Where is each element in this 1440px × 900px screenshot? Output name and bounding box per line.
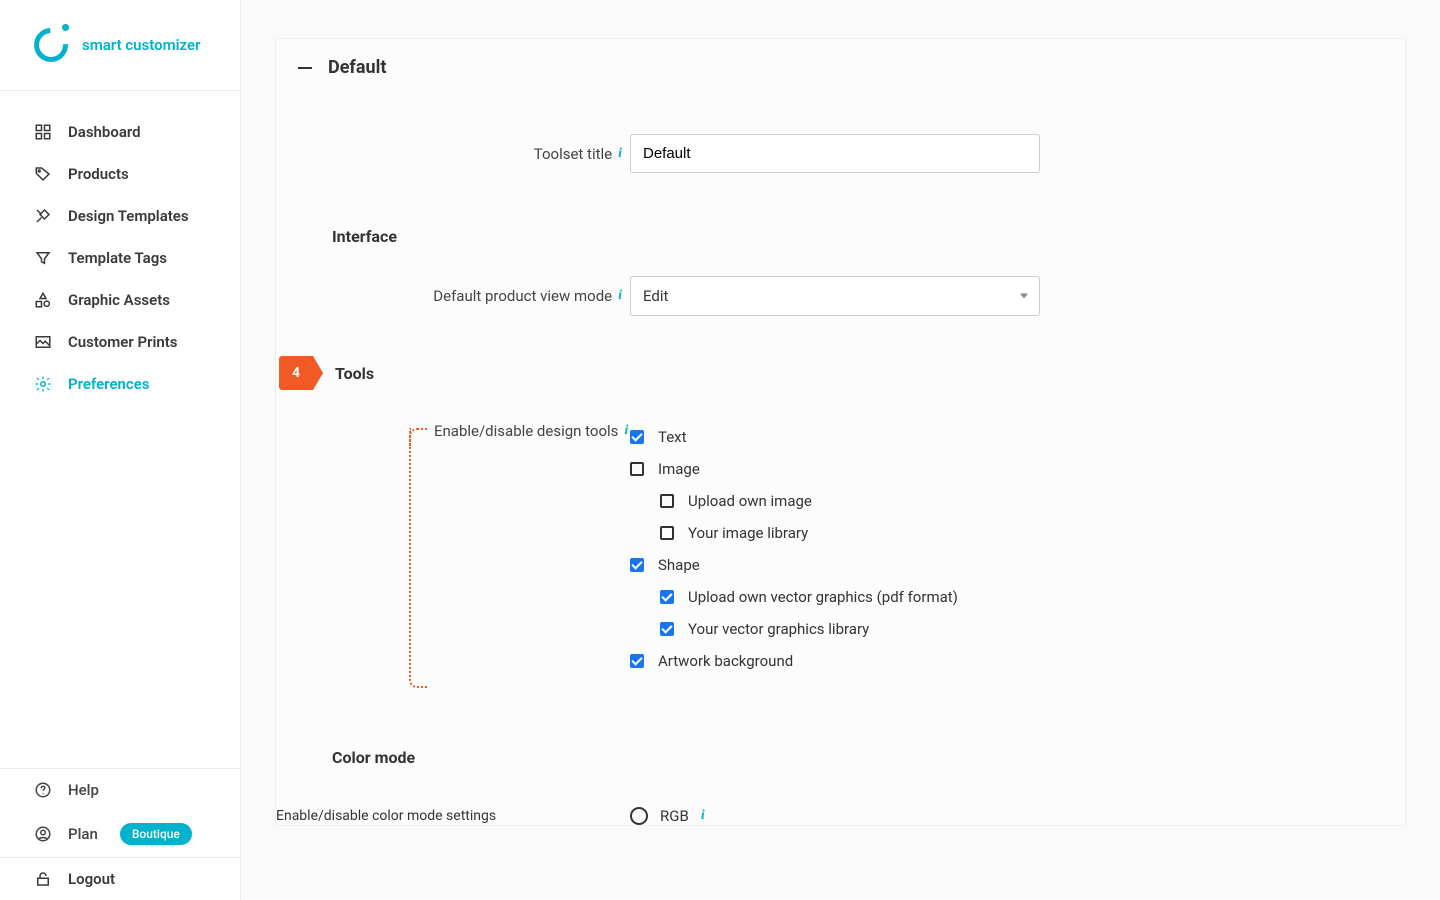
image-icon	[34, 333, 52, 351]
sidebar-item-preferences[interactable]: Preferences	[0, 363, 240, 405]
nav-label: Plan	[68, 825, 98, 843]
color-mode-label: Enable/disable color mode settings	[276, 808, 630, 824]
checkbox-label: Your image library	[688, 524, 808, 542]
checkbox-label: Image	[658, 460, 700, 478]
lock-open-icon	[34, 870, 52, 888]
brand-logo-icon	[34, 28, 68, 62]
tools-icon	[34, 207, 52, 225]
sidebar-item-customer-prints[interactable]: Customer Prints	[0, 321, 240, 363]
nav-label: Customer Prints	[68, 333, 178, 351]
nav-label: Products	[68, 165, 129, 183]
sidebar-bottom-2: Logout	[0, 857, 240, 900]
brand: smart customizer	[0, 0, 240, 90]
plan-badge: Boutique	[120, 823, 192, 845]
nav-label: Logout	[68, 870, 115, 888]
funnel-icon	[34, 249, 52, 267]
card-header: Default	[276, 39, 1405, 96]
main-nav: Dashboard Products Design Templates Temp…	[0, 90, 240, 768]
checkbox-image[interactable]	[630, 462, 644, 476]
help-icon	[34, 781, 52, 799]
brand-name: smart customizer	[82, 36, 200, 54]
design-tools-list: Text Image Upload own image Your im	[630, 428, 1130, 670]
checkbox-label: Upload own image	[688, 492, 812, 510]
info-icon[interactable]: i	[618, 288, 622, 304]
checkbox-shape[interactable]	[630, 558, 644, 572]
toolset-title-label: Toolset title i	[276, 145, 630, 163]
sidebar-item-help[interactable]: Help	[0, 769, 240, 811]
sidebar: smart customizer Dashboard Products Desi…	[0, 0, 241, 900]
checkbox-text[interactable]	[630, 430, 644, 444]
shapes-icon	[34, 291, 52, 309]
checkbox-image-library[interactable]	[660, 526, 674, 540]
nav-label: Graphic Assets	[68, 291, 170, 309]
nav-label: Dashboard	[68, 123, 141, 141]
card-title: Default	[328, 57, 386, 78]
checkbox-upload-own-image[interactable]	[660, 494, 674, 508]
gear-icon	[34, 375, 52, 393]
user-circle-icon	[34, 825, 52, 843]
design-tools-label: Enable/disable design tools i	[434, 422, 628, 440]
sidebar-item-dashboard[interactable]: Dashboard	[0, 111, 240, 153]
sidebar-item-logout[interactable]: Logout	[0, 858, 240, 900]
nav-label: Design Templates	[68, 207, 189, 225]
sidebar-item-template-tags[interactable]: Template Tags	[0, 237, 240, 279]
checkbox-label: Your vector graphics library	[688, 620, 869, 638]
product-view-mode-label: Default product view mode i	[276, 287, 630, 305]
sidebar-item-graphic-assets[interactable]: Graphic Assets	[0, 279, 240, 321]
radio-rgb[interactable]	[630, 807, 648, 825]
tools-header: Tools	[331, 364, 374, 383]
toolset-title-input[interactable]	[630, 134, 1040, 173]
callout-badge: 4	[279, 356, 313, 390]
checkbox-upload-vector[interactable]	[660, 590, 674, 604]
info-icon[interactable]: i	[618, 146, 622, 162]
checkbox-label: Upload own vector graphics (pdf format)	[688, 588, 958, 606]
tag-icon	[34, 165, 52, 183]
color-mode-header: Color mode	[276, 688, 1405, 787]
checkbox-label: Shape	[658, 556, 700, 574]
checkbox-artwork-bg[interactable]	[630, 654, 644, 668]
product-view-mode-select[interactable]: Edit	[630, 276, 1040, 316]
content: Default Toolset title i Interface Defaul…	[241, 0, 1440, 900]
radio-label: RGB	[660, 807, 689, 825]
info-icon[interactable]: i	[701, 808, 705, 824]
nav-label: Template Tags	[68, 249, 167, 267]
checkbox-vector-library[interactable]	[660, 622, 674, 636]
sidebar-item-products[interactable]: Products	[0, 153, 240, 195]
sidebar-item-plan[interactable]: Plan Boutique	[0, 811, 240, 857]
collapse-icon[interactable]	[298, 67, 312, 69]
grid-icon	[34, 123, 52, 141]
sidebar-bottom: Help Plan Boutique	[0, 768, 240, 857]
nav-label: Help	[68, 781, 99, 799]
tools-callout: 4 Tools	[276, 356, 1405, 402]
interface-header: Interface	[276, 183, 1405, 266]
checkbox-label: Artwork background	[658, 652, 793, 670]
checkbox-label: Text	[658, 428, 687, 446]
nav-label: Preferences	[68, 375, 150, 393]
sidebar-item-design-templates[interactable]: Design Templates	[0, 195, 240, 237]
preferences-card: Default Toolset title i Interface Defaul…	[275, 38, 1406, 826]
info-icon[interactable]: i	[624, 423, 628, 439]
